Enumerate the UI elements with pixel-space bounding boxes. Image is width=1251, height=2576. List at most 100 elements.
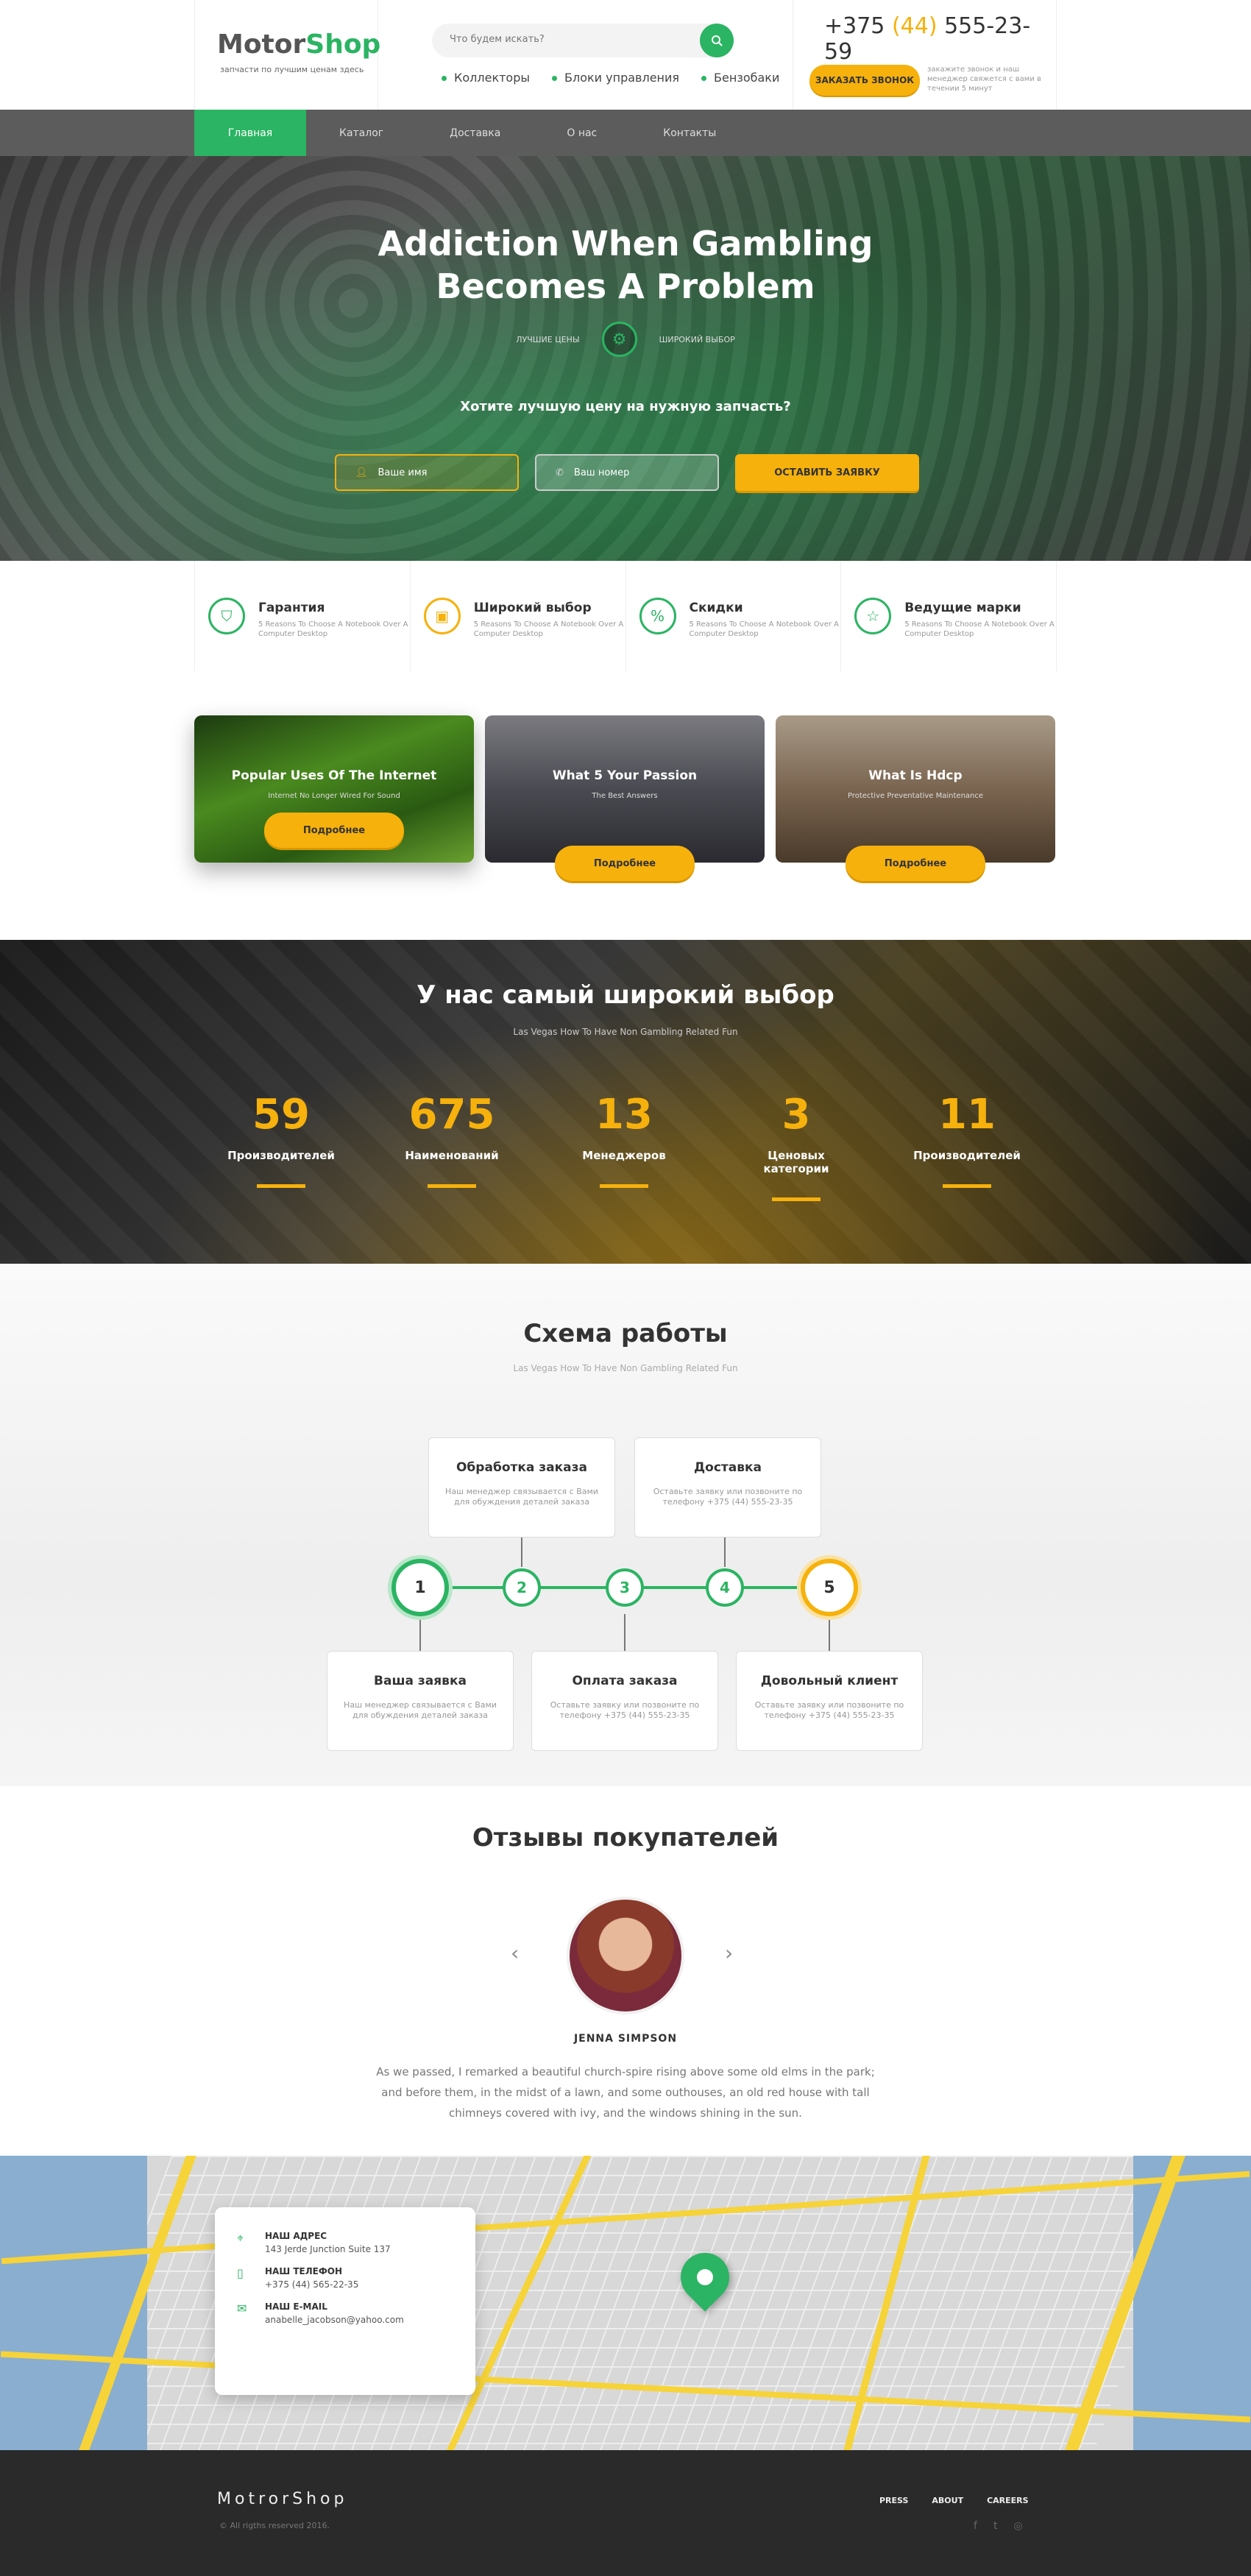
hero-title: Addiction When Gambling Becomes A Proble…	[378, 224, 873, 306]
step-box: Ваша заявка Наш менеджер связывается с Ва…	[327, 1651, 514, 1751]
mail-icon: ✉	[237, 2301, 247, 2315]
step-box: Довольный клиент Оставьте заявку или позв…	[736, 1651, 923, 1751]
stat-item: 3 Ценовых категории	[737, 1091, 855, 1201]
logo-main: Motor	[217, 29, 306, 60]
footer-link-careers[interactable]: CAREERS	[987, 2496, 1028, 2505]
nav-item-contacts[interactable]: Контакты	[630, 110, 749, 156]
step-box: Оплата заказа Оставьте заявку или позвони…	[531, 1651, 718, 1751]
card-image	[485, 715, 765, 863]
search-button[interactable]	[700, 24, 734, 57]
reviewer-name: JENNA SIMPSON	[573, 2033, 678, 2045]
promo-card[interactable]: What 5 Your Passion The Best Answers Под…	[485, 715, 765, 881]
social-links: f t ◎	[974, 2520, 1023, 2532]
nav-item-delivery[interactable]: Доставка	[417, 110, 534, 156]
quick-links: Коллекторы Блоки управления Бензобаки	[442, 71, 779, 85]
feature-item: ☆ Ведущие марки 5 Reasons To Choose A Not…	[840, 561, 1057, 671]
facebook-icon[interactable]: f	[974, 2520, 977, 2532]
main-nav: Главная Каталог Доставка О нас Контакты	[0, 110, 1251, 156]
footer-link-press[interactable]: PRESS	[879, 2496, 908, 2505]
quick-link[interactable]: Блоки управления	[552, 71, 679, 85]
search-input[interactable]	[450, 34, 670, 45]
logo-tagline: запчасти по лучшим ценам здесь	[220, 65, 364, 74]
logo[interactable]: MotorShop	[217, 29, 380, 60]
site-header: MotorShop запчасти по лучшим ценам здесь…	[0, 0, 1251, 110]
order-call-button[interactable]: ЗАКАЗАТЬ ЗВОНОК	[809, 65, 920, 96]
percent-icon: %	[639, 598, 676, 634]
footer-links: PRESS ABOUT CAREERS	[879, 2496, 1029, 2505]
quick-link[interactable]: Коллекторы	[442, 71, 530, 85]
footer-logo[interactable]: MotrorShop	[217, 2490, 347, 2508]
submit-request-button[interactable]: ОСТАВИТЬ ЗАЯВКУ	[735, 454, 919, 491]
box-icon: ▣	[423, 598, 461, 634]
footer-link-about[interactable]: ABOUT	[932, 2496, 963, 2505]
phone-icon: ✆	[556, 467, 564, 478]
promo-card[interactable]: Popular Uses Of The Internet Internet No…	[194, 715, 474, 863]
map-section[interactable]: ⌖ НАШ АДРЕС 143 Jerde Junction Suite 137 …	[0, 2156, 1251, 2450]
user-icon: 👤︎	[355, 467, 368, 478]
step-box: Доставка Оставьте заявку или позвоните по…	[634, 1437, 821, 1538]
step-node: 4	[706, 1568, 744, 1607]
hero-tag-right: ШИРОКИЙ ВЫБОР	[659, 334, 735, 344]
feature-item: % Скидки 5 Reasons To Choose A Notebook O…	[625, 561, 841, 671]
header-contact: +375 (44) 555-23-59 ЗАКАЗАТЬ ЗВОНОК зака…	[793, 0, 1057, 110]
reviews-title: Отзывы покупателей	[472, 1823, 779, 1853]
more-button[interactable]: Подробнее	[555, 846, 695, 881]
reviews-section: Отзывы покупателей ‹ › JENNA SIMPSON As …	[0, 1786, 1251, 2156]
nav-item-home[interactable]: Главная	[194, 110, 306, 156]
workflow-subtitle: Las Vegas How To Have Non Gambling Relat…	[513, 1363, 738, 1373]
hero-tag-left: ЛУЧШИЕ ЦЕНЫ	[516, 334, 580, 344]
step-node: 3	[606, 1568, 644, 1607]
workflow-section: Схема работы Las Vegas How To Have Non G…	[0, 1264, 1251, 1786]
star-icon: ☆	[854, 598, 892, 634]
header-phone[interactable]: +375 (44) 555-23-59	[824, 13, 1056, 65]
contact-phone: ▯ НАШ ТЕЛЕФОН +375 (44) 565-22-35	[237, 2266, 359, 2290]
stats-subtitle: Las Vegas How To Have Non Gambling Relat…	[513, 1027, 738, 1037]
hero-background	[0, 156, 1251, 561]
stat-item: 675 Наименований	[393, 1091, 511, 1188]
more-button[interactable]: Подробнее	[846, 846, 985, 881]
stats-section: У нас самый широкий выбор Las Vegas How …	[0, 940, 1251, 1264]
review-text: As we passed, I remarked a beautiful chu…	[376, 2065, 875, 2120]
copyright: © All rigths reserved 2016.	[219, 2521, 330, 2530]
step-node: 2	[503, 1568, 541, 1607]
phone-field[interactable]: ✆ Ваш номер	[535, 454, 719, 491]
contact-address: ⌖ НАШ АДРЕС 143 Jerde Junction Suite 137	[237, 2231, 391, 2254]
quick-link[interactable]: Бензобаки	[701, 71, 779, 85]
stats-title: У нас самый широкий выбор	[417, 980, 834, 1010]
feature-item: ⛉ Гарантия 5 Reasons To Choose A Notebook…	[194, 561, 410, 671]
step-box: Обработка заказа Наш менеджер связывается…	[428, 1437, 615, 1538]
dribbble-icon[interactable]: ◎	[1013, 2520, 1022, 2532]
logo-accent: Shop	[305, 29, 381, 60]
step-node: 5	[801, 1559, 858, 1616]
logo-block: MotorShop запчасти по лучшим ценам здесь	[194, 0, 380, 110]
search-icon	[712, 35, 723, 46]
chevron-right-icon[interactable]: ›	[725, 1941, 733, 1965]
card-image	[776, 715, 1055, 863]
site-footer: MotrorShop © All rigths reserved 2016. P…	[0, 2450, 1251, 2576]
avatar	[567, 1897, 684, 2014]
stat-item: 11 Производителей	[908, 1091, 1026, 1188]
name-field[interactable]: 👤︎ Ваше имя	[335, 454, 519, 491]
nav-item-about[interactable]: О нас	[534, 110, 630, 156]
contact-email: ✉ НАШ E-MAIL anabelle_jacobson@yahoo.com	[237, 2301, 404, 2325]
stat-item: 13 Менеджеров	[565, 1091, 683, 1188]
hero-section: Addiction When Gambling Becomes A Proble…	[0, 156, 1251, 561]
features-strip: ⛉ Гарантия 5 Reasons To Choose A Notebook…	[194, 561, 1057, 671]
more-button[interactable]: Подробнее	[264, 813, 404, 848]
hero-question: Хотите лучшую цену на нужную запчасть?	[460, 399, 791, 414]
mobile-icon: ▯	[237, 2266, 244, 2280]
twitter-icon[interactable]: t	[993, 2520, 998, 2532]
gear-emblem-icon: ⚙	[601, 322, 637, 357]
nav-item-catalog[interactable]: Каталог	[306, 110, 417, 156]
chevron-left-icon[interactable]: ‹	[511, 1941, 519, 1965]
contact-card: ⌖ НАШ АДРЕС 143 Jerde Junction Suite 137 …	[215, 2207, 475, 2395]
promo-card[interactable]: What Is Hdcp Protective Preventative Mai…	[776, 715, 1055, 881]
call-note: закажите звонок и наш менеджер свяжется …	[927, 66, 1041, 93]
hero-tags: ЛУЧШИЕ ЦЕНЫ ⚙ ШИРОКИЙ ВЫБОР	[0, 322, 1251, 357]
stat-item: 59 Производителей	[222, 1091, 340, 1188]
shield-icon: ⛉	[208, 598, 245, 634]
feature-item: ▣ Широкий выбор 5 Reasons To Choose A Not…	[409, 561, 626, 671]
search-box	[432, 24, 734, 57]
workflow-title: Схема работы	[523, 1319, 728, 1348]
step-node: 1	[391, 1559, 449, 1616]
